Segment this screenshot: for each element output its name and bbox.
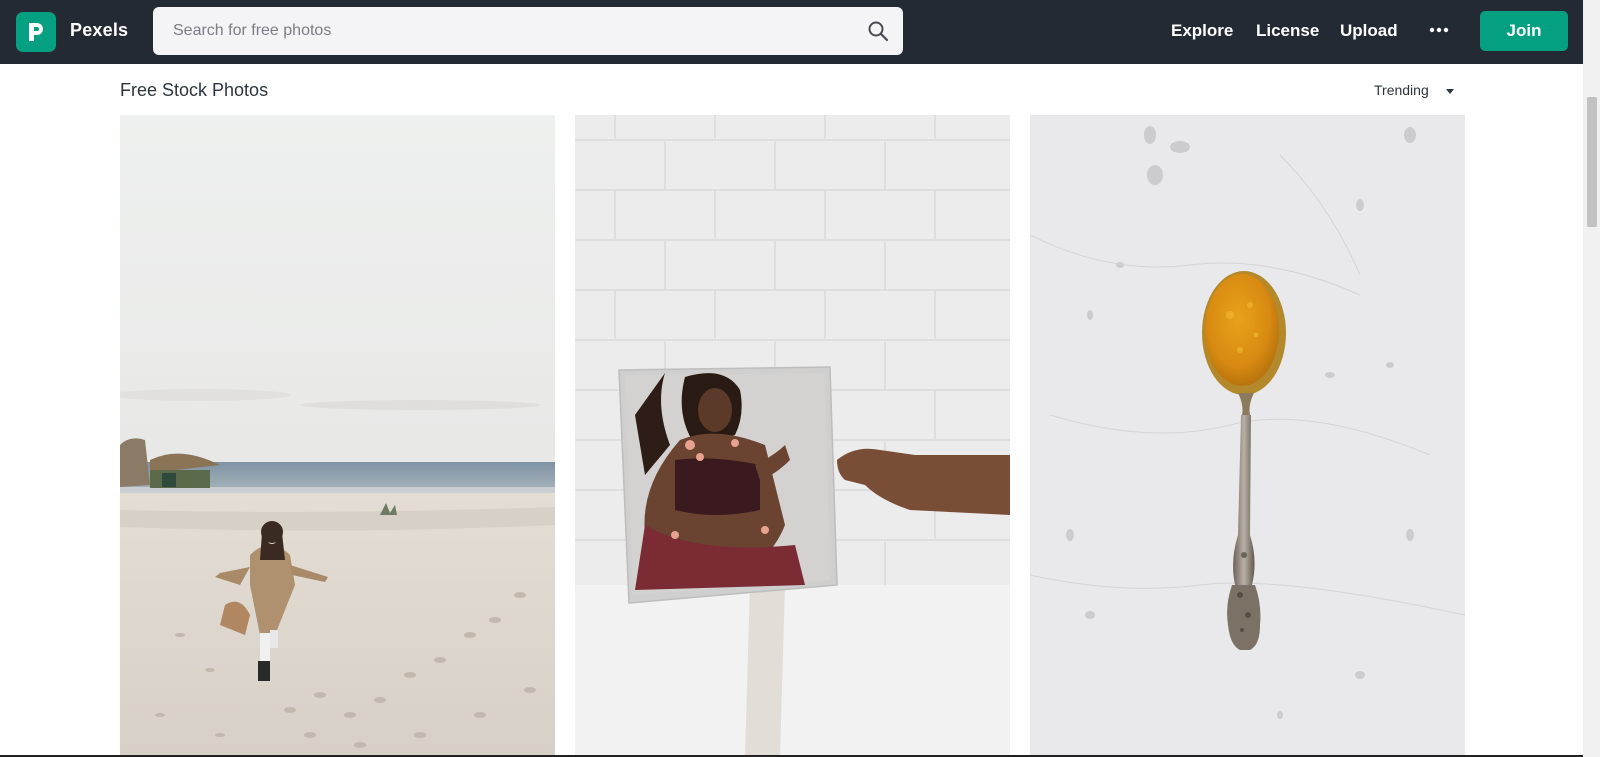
beach-woman-running-photo [120, 115, 555, 757]
scrollbar-thumb[interactable] [1587, 97, 1597, 227]
turmeric-spoon-marble-photo [1030, 115, 1465, 757]
photo-card-spoon[interactable] [1030, 115, 1465, 757]
nav-upload-link[interactable]: Upload [1340, 21, 1398, 41]
more-dots-icon[interactable] [1428, 18, 1450, 42]
top-navigation-bar: Pexels Explore License Upload Join [0, 0, 1583, 64]
join-button[interactable]: Join [1480, 11, 1568, 51]
photo-card-mirror[interactable] [575, 115, 1010, 757]
mirror-reflection-woman-photo [575, 115, 1010, 757]
caret-down-icon [1446, 89, 1454, 94]
nav-license-link[interactable]: License [1256, 21, 1319, 41]
sort-dropdown[interactable]: Trending [1374, 82, 1454, 102]
search-input[interactable] [171, 7, 831, 55]
sort-selected-value: Trending [1374, 82, 1429, 98]
photo-card-beach[interactable] [120, 115, 555, 757]
search-bar [153, 7, 903, 55]
pexels-logo-icon[interactable] [16, 12, 56, 52]
brand-name[interactable]: Pexels [70, 20, 128, 41]
search-icon[interactable] [867, 20, 889, 42]
nav-explore-link[interactable]: Explore [1171, 21, 1233, 41]
section-title: Free Stock Photos [120, 80, 269, 100]
